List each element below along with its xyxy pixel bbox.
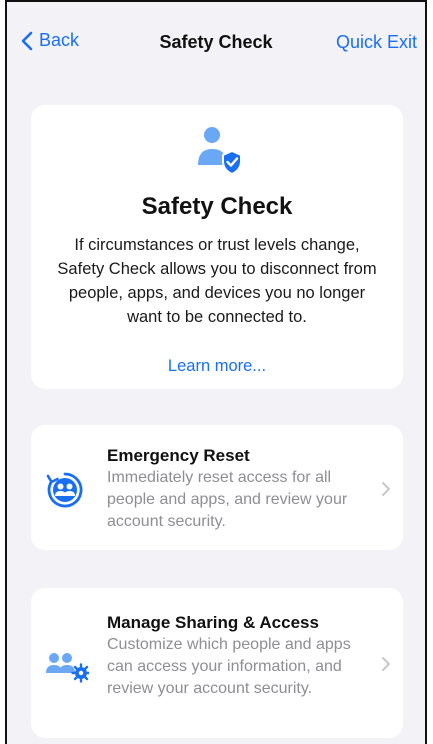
emergency-reset-row[interactable]: Emergency Reset Immediately reset access… (31, 425, 403, 550)
back-button[interactable]: Back (21, 30, 79, 51)
quick-exit-button[interactable]: Quick Exit (336, 32, 417, 53)
manage-sharing-icon (46, 653, 89, 683)
hero-title: Safety Check (141, 193, 293, 220)
manage-sharing-description: Customize which people and apps can acce… (107, 636, 351, 697)
person-shield-icon (198, 127, 242, 175)
safety-check-screen: Back Safety Check Quick Exit Safety Chec… (5, 0, 427, 744)
back-label: Back (39, 30, 80, 50)
manage-sharing-row[interactable]: Manage Sharing & Access Customize which … (31, 588, 403, 738)
emergency-reset-text: Emergency Reset Immediately reset access… (107, 445, 365, 533)
manage-sharing-title: Manage Sharing & Access (107, 613, 319, 632)
hero-description: If circumstances or trust levels change,… (57, 236, 377, 326)
emergency-reset-icon (46, 472, 83, 508)
manage-sharing-text: Manage Sharing & Access Customize which … (107, 612, 365, 700)
navigation-bar: Back Safety Check Quick Exit (7, 2, 425, 86)
chevron-left-icon (21, 31, 33, 50)
emergency-reset-title: Emergency Reset (107, 446, 250, 465)
chevron-right-icon (382, 657, 390, 671)
learn-more-link[interactable]: Learn more... (31, 357, 403, 376)
safety-check-info-card: Safety Check If circumstances or trust l… (31, 105, 403, 389)
emergency-reset-description: Immediately reset access for all people … (107, 469, 348, 530)
chevron-right-icon (382, 482, 390, 496)
